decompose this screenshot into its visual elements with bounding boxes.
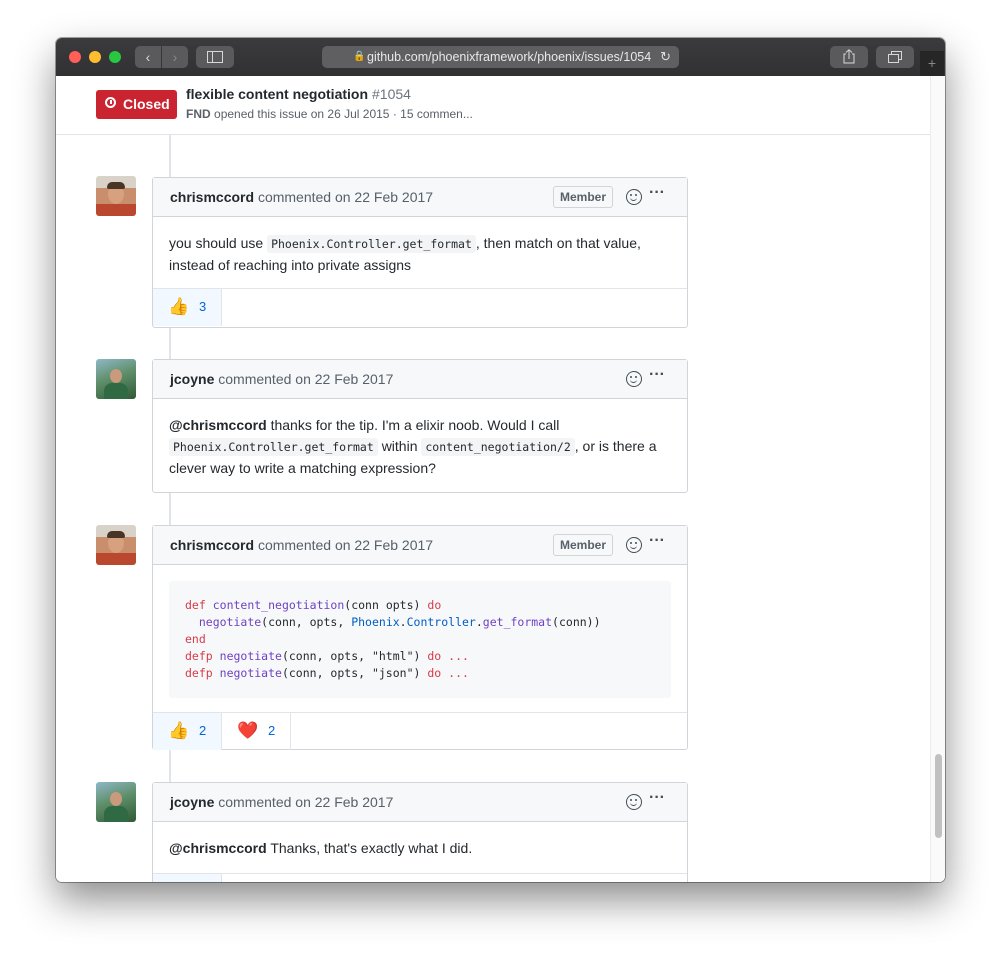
more-options-icon[interactable]: ··· xyxy=(649,789,665,807)
heart-icon: ❤️ xyxy=(237,721,259,741)
plus-icon: + xyxy=(927,55,937,71)
inline-code: Phoenix.Controller.get_format xyxy=(267,235,476,253)
add-reaction-icon[interactable] xyxy=(626,371,642,387)
inline-code: content_negotiation/2 xyxy=(421,438,575,456)
browser-window: ‹ › 🔒 github.com/phoenixframework/phoeni… xyxy=(56,38,945,882)
comment-body: you should use Phoenix.Controller.get_fo… xyxy=(153,217,687,288)
user-mention[interactable]: @chrismccord xyxy=(169,840,267,856)
comment: jcoyne commented on 22 Feb 2017 ··· @chr… xyxy=(152,359,688,493)
comment-text: thanks for the tip. I'm a elixir noob. W… xyxy=(270,417,560,433)
back-button[interactable]: ‹ xyxy=(135,46,161,68)
comment-timestamp[interactable]: commented on 22 Feb 2017 xyxy=(218,794,393,810)
thumbs-up-icon: 👍 xyxy=(168,721,190,741)
avatar[interactable] xyxy=(96,176,136,216)
issue-state-label: Closed xyxy=(123,96,170,112)
member-badge: Member xyxy=(553,186,613,208)
reaction-count: 2 xyxy=(268,723,276,739)
issue-meta-text: opened this issue on 26 Jul 2015 · 15 co… xyxy=(214,107,473,121)
address-bar[interactable]: 🔒 github.com/phoenixframework/phoenix/is… xyxy=(322,46,679,68)
show-tabs-button[interactable] xyxy=(876,46,914,68)
reaction-heart[interactable]: ❤️ 2 xyxy=(222,713,291,751)
chevron-left-icon: ‹ xyxy=(145,49,151,65)
more-options-icon[interactable]: ··· xyxy=(649,366,665,384)
issue-closed-icon xyxy=(105,97,116,108)
avatar[interactable] xyxy=(96,525,136,565)
inline-code: Phoenix.Controller.get_format xyxy=(169,438,378,456)
more-options-icon[interactable]: ··· xyxy=(649,184,665,202)
comment-timestamp[interactable]: commented on 22 Feb 2017 xyxy=(258,189,433,205)
issue-author-link[interactable]: FND xyxy=(186,107,211,121)
comment: jcoyne commented on 22 Feb 2017 ··· @chr… xyxy=(152,782,688,882)
scrollbar-thumb[interactable] xyxy=(935,754,942,838)
comment-header: chrismccord commented on 22 Feb 2017 Mem… xyxy=(153,178,687,217)
comment: chrismccord commented on 22 Feb 2017 Mem… xyxy=(152,525,688,751)
comment-text: you should use xyxy=(169,235,264,251)
reactions-bar: 👍 2 ❤️ 2 xyxy=(153,712,687,751)
issue-title[interactable]: flexible content negotiation #1054 xyxy=(186,86,411,102)
tabs-icon xyxy=(888,51,902,63)
add-reaction-icon[interactable] xyxy=(626,189,642,205)
comment-timestamp[interactable]: commented on 22 Feb 2017 xyxy=(258,537,433,553)
vertical-scrollbar[interactable] xyxy=(930,76,945,882)
author-link[interactable]: chrismccord xyxy=(170,537,254,553)
issue-number: #1054 xyxy=(372,86,411,102)
avatar[interactable] xyxy=(96,359,136,399)
more-options-icon[interactable]: ··· xyxy=(649,532,665,550)
comment-header: jcoyne commented on 22 Feb 2017 ··· xyxy=(153,783,687,822)
comment-timestamp[interactable]: commented on 22 Feb 2017 xyxy=(218,371,393,387)
comment-header: chrismccord commented on 22 Feb 2017 Mem… xyxy=(153,526,687,565)
code-block: def content_negotiation(conn opts) do ne… xyxy=(169,581,671,699)
sidebar-icon xyxy=(207,51,223,63)
author-link[interactable]: chrismccord xyxy=(170,189,254,205)
close-window-button[interactable] xyxy=(69,51,81,63)
comment-header: jcoyne commented on 22 Feb 2017 ··· xyxy=(153,360,687,399)
reaction-thumbs-up[interactable]: 👍 3 xyxy=(153,289,222,326)
user-mention[interactable]: @chrismccord xyxy=(169,417,267,433)
comment-body: @chrismccord Thanks, that's exactly what… xyxy=(153,822,687,873)
comment-body: def content_negotiation(conn opts) do ne… xyxy=(153,565,687,712)
minimize-window-button[interactable] xyxy=(89,51,101,63)
comment-body: @chrismccord thanks for the tip. I'm a e… xyxy=(153,399,687,479)
zoom-window-button[interactable] xyxy=(109,51,121,63)
reaction-count: 3 xyxy=(199,299,207,314)
comment: chrismccord commented on 22 Feb 2017 Mem… xyxy=(152,177,688,328)
issue-sticky-header: Closed flexible content negotiation #1054… xyxy=(56,76,930,135)
thumbs-up-icon: 👍 xyxy=(168,297,190,316)
share-icon xyxy=(843,49,855,64)
author-link[interactable]: jcoyne xyxy=(170,794,214,810)
new-tab-button[interactable]: + xyxy=(920,51,944,76)
avatar[interactable] xyxy=(96,782,136,822)
author-link[interactable]: jcoyne xyxy=(170,371,214,387)
browser-toolbar: ‹ › 🔒 github.com/phoenixframework/phoeni… xyxy=(56,38,945,77)
reactions-bar: ❤️ 2 xyxy=(153,873,687,882)
reactions-bar: 👍 3 xyxy=(153,288,687,326)
add-reaction-icon[interactable] xyxy=(626,537,642,553)
issue-meta: FND opened this issue on 26 Jul 2015 · 1… xyxy=(186,107,473,121)
member-badge: Member xyxy=(553,534,613,556)
comment-author: chrismccord commented on 22 Feb 2017 xyxy=(170,537,433,553)
issue-state-badge: Closed xyxy=(96,90,177,119)
share-button[interactable] xyxy=(830,46,868,68)
forward-button[interactable]: › xyxy=(162,46,188,68)
reaction-count: 2 xyxy=(199,723,207,739)
comment-text: within xyxy=(381,438,418,454)
address-url: github.com/phoenixframework/phoenix/issu… xyxy=(367,50,651,64)
issue-title-text: flexible content negotiation xyxy=(186,86,369,102)
reaction-thumbs-up[interactable]: 👍 2 xyxy=(153,713,222,751)
comment-author: jcoyne commented on 22 Feb 2017 xyxy=(170,794,393,810)
comment-author: jcoyne commented on 22 Feb 2017 xyxy=(170,371,393,387)
reload-icon[interactable]: ↻ xyxy=(660,46,671,68)
lock-icon: 🔒 xyxy=(353,51,366,62)
add-reaction-icon[interactable] xyxy=(626,794,642,810)
comment-text: Thanks, that's exactly what I did. xyxy=(270,840,473,856)
chevron-right-icon: › xyxy=(172,49,178,65)
page-content: Closed flexible content negotiation #1054… xyxy=(56,76,945,882)
reaction-heart[interactable]: ❤️ 2 xyxy=(153,874,222,882)
comment-author: chrismccord commented on 22 Feb 2017 xyxy=(170,189,433,205)
sidebar-toggle-button[interactable] xyxy=(196,46,234,68)
